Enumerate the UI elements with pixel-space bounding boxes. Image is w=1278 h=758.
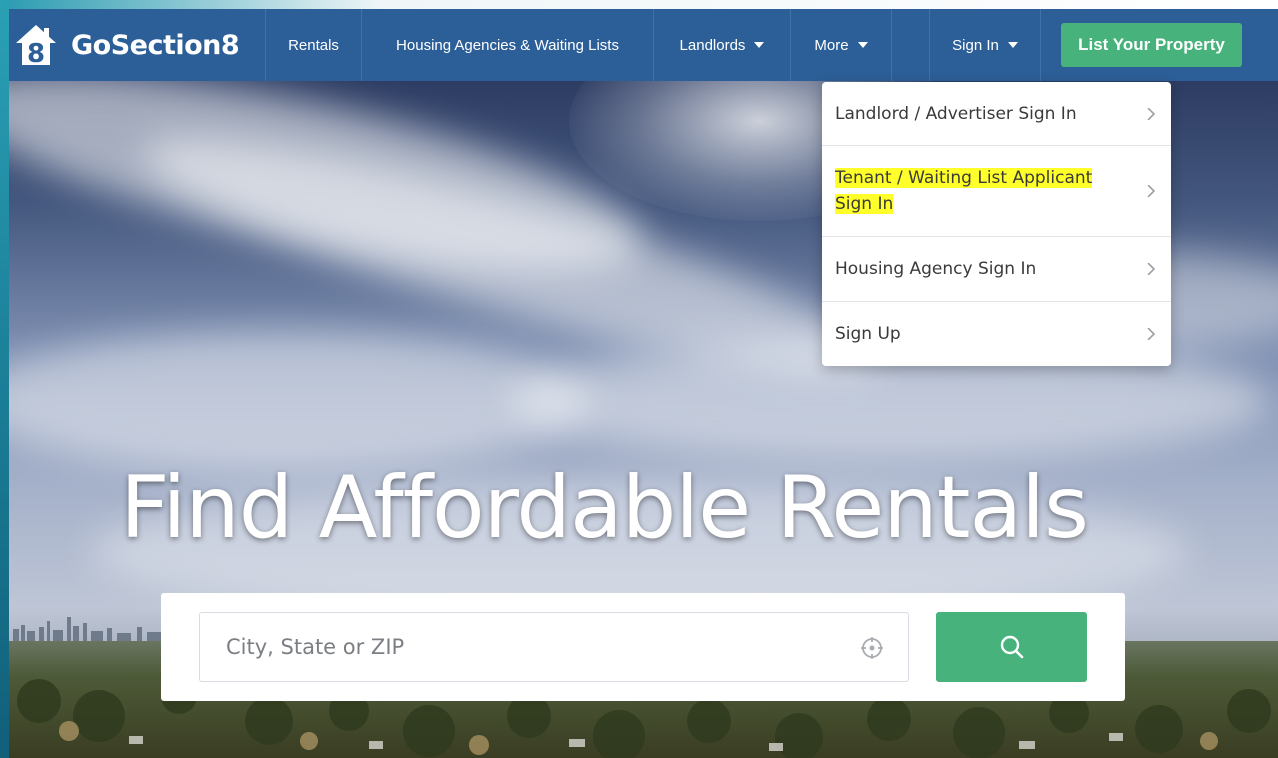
brand-name: GoSection8 bbox=[71, 29, 240, 61]
caret-down-icon bbox=[857, 42, 868, 48]
chevron-right-icon bbox=[1147, 263, 1156, 275]
caret-down-icon bbox=[754, 42, 765, 48]
nav-landlords[interactable]: Landlords bbox=[654, 9, 791, 81]
menu-item-tenant-sign-in[interactable]: Tenant / Waiting List Applicant Sign In bbox=[822, 146, 1171, 237]
search-icon bbox=[1000, 635, 1023, 659]
search-button[interactable] bbox=[936, 612, 1087, 682]
brand-logo-link[interactable]: 8 GoSection8 bbox=[9, 9, 266, 81]
list-your-property-button[interactable]: List Your Property bbox=[1061, 23, 1242, 67]
menu-item-label-line2: Sign In bbox=[835, 194, 894, 214]
nav-sign-in-label: Sign In bbox=[952, 36, 999, 54]
hero-cloud bbox=[9, 331, 589, 471]
caret-down-icon bbox=[1007, 42, 1018, 48]
menu-item-sign-up[interactable]: Sign Up bbox=[822, 302, 1171, 366]
chevron-right-icon bbox=[1147, 185, 1156, 197]
nav-sign-in[interactable]: Sign In bbox=[930, 9, 1041, 81]
nav-divider bbox=[892, 9, 930, 81]
cta-wrapper: List Your Property bbox=[1041, 9, 1242, 81]
menu-item-label: Housing Agency Sign In bbox=[835, 259, 1037, 279]
crosshair-icon[interactable] bbox=[860, 636, 884, 660]
window-frame-top bbox=[0, 0, 1278, 9]
menu-item-label: Landlord / Advertiser Sign In bbox=[835, 103, 1077, 124]
menu-item-label-line1: Tenant / Waiting List Applicant bbox=[835, 168, 1093, 188]
sign-in-dropdown-menu: Landlord / Advertiser Sign In Tenant / W… bbox=[822, 82, 1171, 366]
menu-item-landlord-sign-in[interactable]: Landlord / Advertiser Sign In bbox=[822, 82, 1171, 146]
nav-more-label: More bbox=[814, 36, 849, 54]
nav-more[interactable]: More bbox=[791, 9, 892, 81]
top-navbar: 8 GoSection8 Rentals Housing Agencies & … bbox=[9, 9, 1278, 81]
chevron-right-icon bbox=[1147, 328, 1156, 340]
hero-title: Find Affordable Rentals bbox=[120, 458, 1089, 558]
chevron-right-icon bbox=[1147, 107, 1156, 120]
nav-housing-agencies-label: Housing Agencies & Waiting Lists bbox=[396, 36, 619, 54]
location-search-input[interactable] bbox=[199, 612, 909, 682]
menu-item-housing-agency-sign-in[interactable]: Housing Agency Sign In bbox=[822, 237, 1171, 302]
nav-housing-agencies[interactable]: Housing Agencies & Waiting Lists bbox=[362, 9, 654, 81]
nav-rentals[interactable]: Rentals bbox=[266, 9, 362, 81]
window-frame-left bbox=[0, 0, 9, 758]
house-8-logo-icon: 8 bbox=[13, 22, 59, 69]
nav-landlords-label: Landlords bbox=[679, 36, 746, 54]
search-panel bbox=[161, 593, 1125, 701]
nav-rentals-label: Rentals bbox=[288, 36, 339, 54]
page: 8 GoSection8 Rentals Housing Agencies & … bbox=[9, 9, 1278, 758]
logo-glyph: 8 bbox=[27, 39, 45, 68]
menu-item-label: Sign Up bbox=[835, 324, 901, 344]
menu-item-label-block: Tenant / Waiting List Applicant Sign In bbox=[835, 165, 1093, 217]
city-skyline-icon bbox=[13, 617, 161, 641]
